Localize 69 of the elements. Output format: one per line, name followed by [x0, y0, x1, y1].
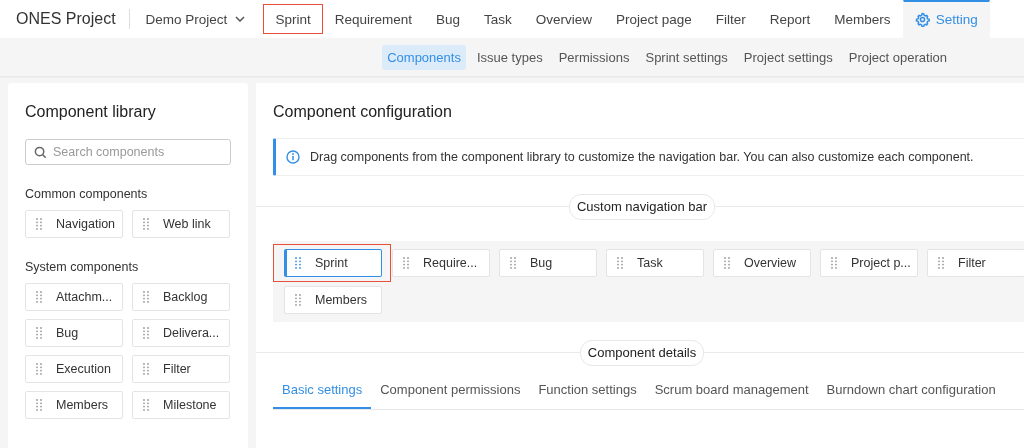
- drag-handle-icon: [36, 291, 42, 303]
- library-component[interactable]: Milestone: [132, 391, 230, 419]
- nav-bar-item[interactable]: Overview: [713, 249, 811, 277]
- drag-handle-icon: [143, 363, 149, 375]
- nav-bar-item[interactable]: Members: [284, 286, 382, 314]
- library-component[interactable]: Execution: [25, 355, 123, 383]
- library-component[interactable]: Filter: [132, 355, 230, 383]
- nav-tab[interactable]: Report: [757, 0, 823, 38]
- section-label: Custom navigation bar: [568, 194, 716, 220]
- nav-tab[interactable]: Overview: [523, 0, 604, 38]
- drag-handle-icon: [724, 257, 730, 269]
- nav-bar-item[interactable]: Filter: [927, 249, 1024, 277]
- nav-tab[interactable]: Task: [472, 0, 524, 38]
- nav-tab[interactable]: Sprint: [263, 4, 323, 34]
- library-component[interactable]: Delivera...: [132, 319, 230, 347]
- drag-handle-icon: [143, 327, 149, 339]
- panel-title: Component library: [25, 102, 157, 122]
- detail-tab[interactable]: Scrum board management: [645, 382, 818, 409]
- drag-handle-icon: [403, 257, 409, 269]
- settings-tab[interactable]: Project settings: [738, 44, 838, 70]
- settings-tab[interactable]: Sprint settings: [640, 44, 733, 70]
- detail-tab[interactable]: Basic settings: [273, 382, 372, 409]
- panel-title: Component configuration: [272, 102, 453, 121]
- drag-handle-icon: [143, 218, 149, 230]
- library-component[interactable]: Web link: [132, 210, 230, 238]
- gear-icon: [914, 12, 930, 27]
- info-text: Drag components from the component library to customize the navigation bar. You can also customize each component.: [310, 150, 974, 164]
- settings-tab[interactable]: Project operation: [843, 44, 952, 70]
- nav-bar-item[interactable]: Sprint: [284, 249, 382, 277]
- library-component[interactable]: Bug: [25, 319, 123, 347]
- section-label: Component details: [579, 340, 705, 366]
- group-title: Common components: [25, 187, 149, 201]
- drag-handle-icon: [143, 399, 149, 411]
- library-component[interactable]: Navigation: [25, 210, 123, 238]
- settings-tab[interactable]: Issue types: [471, 44, 548, 70]
- drag-handle-icon: [295, 257, 301, 269]
- library-component[interactable]: Members: [25, 391, 123, 419]
- drag-handle-icon: [143, 291, 149, 303]
- nav-bar-item[interactable]: Task: [606, 249, 704, 277]
- project-selector[interactable]: Demo Project: [145, 11, 246, 27]
- group-title: System components: [25, 260, 140, 274]
- detail-tab[interactable]: Burndown chart configuration: [817, 382, 1005, 409]
- nav-tab[interactable]: Members: [822, 0, 903, 38]
- drag-handle-icon: [36, 363, 42, 375]
- nav-bar-item[interactable]: Bug: [499, 249, 597, 277]
- library-component[interactable]: Backlog: [132, 283, 230, 311]
- drag-handle-icon: [938, 257, 944, 269]
- nav-tab[interactable]: Bug: [423, 0, 472, 38]
- nav-tab[interactable]: Project page: [604, 0, 704, 38]
- chevron-down-icon: [235, 16, 246, 22]
- drag-handle-icon: [295, 294, 301, 306]
- info-icon: [286, 150, 300, 164]
- drag-handle-icon: [617, 257, 623, 269]
- detail-tab[interactable]: Component permissions: [371, 382, 530, 409]
- drag-handle-icon: [831, 257, 837, 269]
- nav-tab[interactable]: Filter: [703, 0, 758, 38]
- drag-handle-icon: [36, 399, 42, 411]
- nav-tab[interactable]: Requirement: [322, 0, 424, 38]
- drag-handle-icon: [510, 257, 516, 269]
- search-icon: [34, 145, 47, 159]
- drag-handle-icon: [36, 327, 42, 339]
- detail-tab[interactable]: Function settings: [529, 382, 646, 409]
- settings-tab[interactable]: Permissions: [553, 44, 635, 70]
- drag-handle-icon: [36, 218, 42, 230]
- library-component[interactable]: Attachm...: [25, 283, 123, 311]
- nav-bar-item[interactable]: Require...: [392, 249, 490, 277]
- brand-name: ONES Project: [16, 10, 116, 28]
- search-field[interactable]: Search components: [25, 139, 231, 165]
- nav-bar-item[interactable]: Project p...: [820, 249, 918, 277]
